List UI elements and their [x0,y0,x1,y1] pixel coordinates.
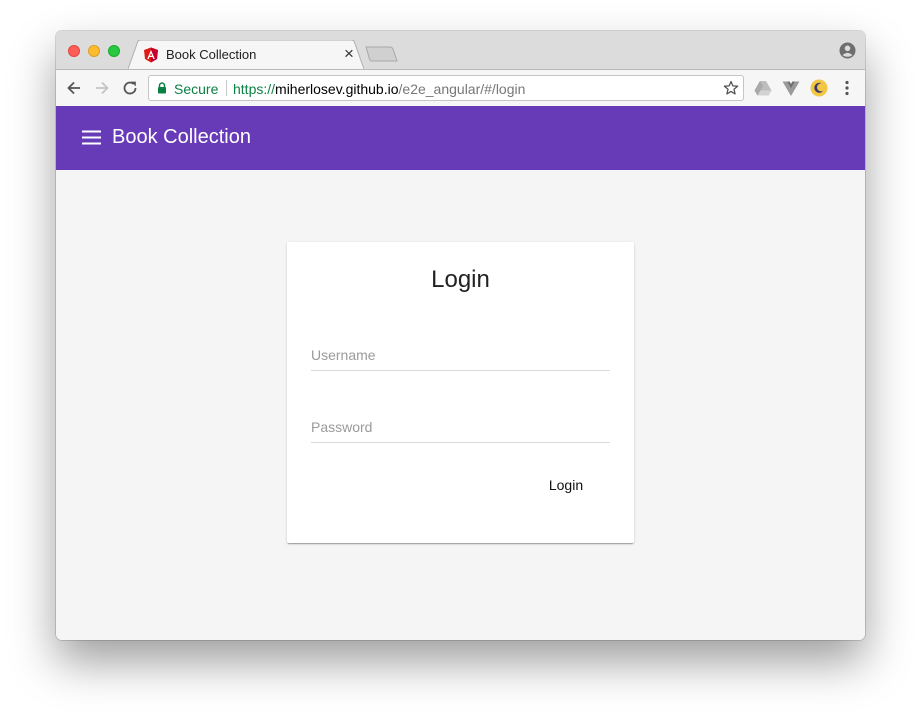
browser-toolbar: Secure https://miherlosev.github.io/e2e_… [56,69,865,106]
vue-devtools-icon[interactable] [781,78,801,98]
address-bar[interactable]: Secure https://miherlosev.github.io/e2e_… [148,75,744,101]
omnibox-divider [226,80,227,96]
maximize-window-button[interactable] [108,45,120,57]
login-title: Login [431,266,490,293]
url-host: miherlosev.github.io [275,81,399,97]
kebab-menu-icon[interactable] [837,78,857,98]
hamburger-menu-icon[interactable] [82,130,101,145]
password-input[interactable] [311,412,610,443]
url-path: /e2e_angular/#/login [398,81,526,97]
username-field [311,340,610,372]
lock-icon [158,82,166,94]
forward-arrow-icon[interactable] [92,78,112,98]
app-title: Book Collection [112,126,251,148]
back-arrow-icon[interactable] [64,78,84,98]
google-drive-icon[interactable] [753,78,773,98]
tab-strip: Book Collection × [56,31,865,69]
minimize-window-button[interactable] [88,45,100,57]
close-icon[interactable]: × [342,45,356,63]
url-text: https://miherlosev.github.io/e2e_angular… [233,81,525,97]
page-content: Login Login [56,170,865,640]
close-window-button[interactable] [68,45,80,57]
reload-icon[interactable] [120,78,140,98]
app-toolbar: Book Collection [56,106,865,170]
star-icon[interactable] [723,80,739,96]
secure-label: Secure [174,81,219,97]
new-tab-button[interactable] [365,46,399,62]
tab-title: Book Collection [166,47,257,62]
angular-icon [144,47,158,63]
profile-icon[interactable] [839,42,856,59]
password-field [311,412,610,444]
browser-window: Book Collection × Secure https://miherlo… [56,31,865,640]
login-card: Login Login [287,242,634,543]
url-scheme: https:// [233,81,276,97]
login-button[interactable]: Login [530,467,602,503]
tab-book-collection[interactable]: Book Collection × [128,40,364,69]
username-input[interactable] [311,340,610,371]
night-mode-icon[interactable] [809,78,829,98]
